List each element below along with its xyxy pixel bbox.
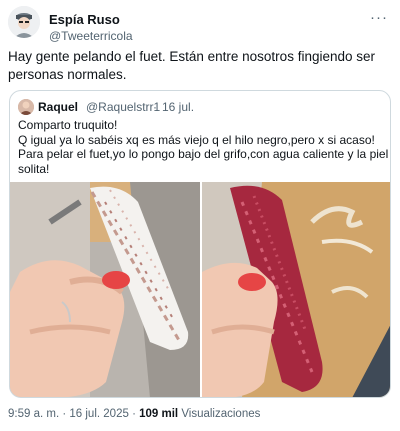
views-label: Visualizaciones xyxy=(181,408,261,420)
quoted-author-name: Raquel xyxy=(38,100,79,114)
meta-separator: · xyxy=(132,408,136,420)
quoted-text-line: Para pelar el fuet,yo lo pongo bajo del … xyxy=(18,147,391,161)
meta-separator: · xyxy=(62,408,67,420)
quoted-text-line: Comparto truquito! xyxy=(18,118,118,132)
photo-peeled-fuet-before[interactable] xyxy=(10,182,200,397)
quoted-date: 16 jul. xyxy=(162,100,195,114)
quoted-tweet[interactable]: Raquel @Raquelstrr1 · 16 jul. Comparto t… xyxy=(9,90,391,398)
ellipsis-icon[interactable]: ··· xyxy=(370,9,388,26)
quoted-header: Raquel @Raquelstrr1 · 16 jul. xyxy=(18,99,378,115)
quoted-author-avatar xyxy=(18,99,34,115)
photo-peeled-fuet-after[interactable] xyxy=(202,182,390,397)
tweet-text: Hay gente pelando el fuet. Están entre n… xyxy=(8,49,375,82)
quoted-separator: · xyxy=(153,100,157,114)
tweet-date[interactable]: 16 jul. 2025 xyxy=(69,408,128,420)
tweet-time[interactable]: 9:59 a. m. xyxy=(8,408,59,420)
author-avatar[interactable] xyxy=(8,6,40,38)
quoted-text-line: solita! xyxy=(18,161,50,176)
tweet-meta: 9:59 a. m. · 16 jul. 2025 · 109 mil Visu… xyxy=(8,408,260,420)
author-handle[interactable]: @Tweeterricola xyxy=(49,29,133,43)
quoted-text-line: Q igual ya lo sabéis xq es más viejo q e… xyxy=(18,132,375,147)
tweet-header: Espía Ruso @Tweeterricola ··· xyxy=(8,6,392,43)
author-name[interactable]: Espía Ruso xyxy=(49,12,120,27)
quoted-text: Comparto truquito! Q igual ya lo sabéis … xyxy=(18,118,391,176)
quoted-author-handle: @Raquelstrr1 xyxy=(86,100,161,114)
views-count: 109 mil xyxy=(139,408,179,420)
